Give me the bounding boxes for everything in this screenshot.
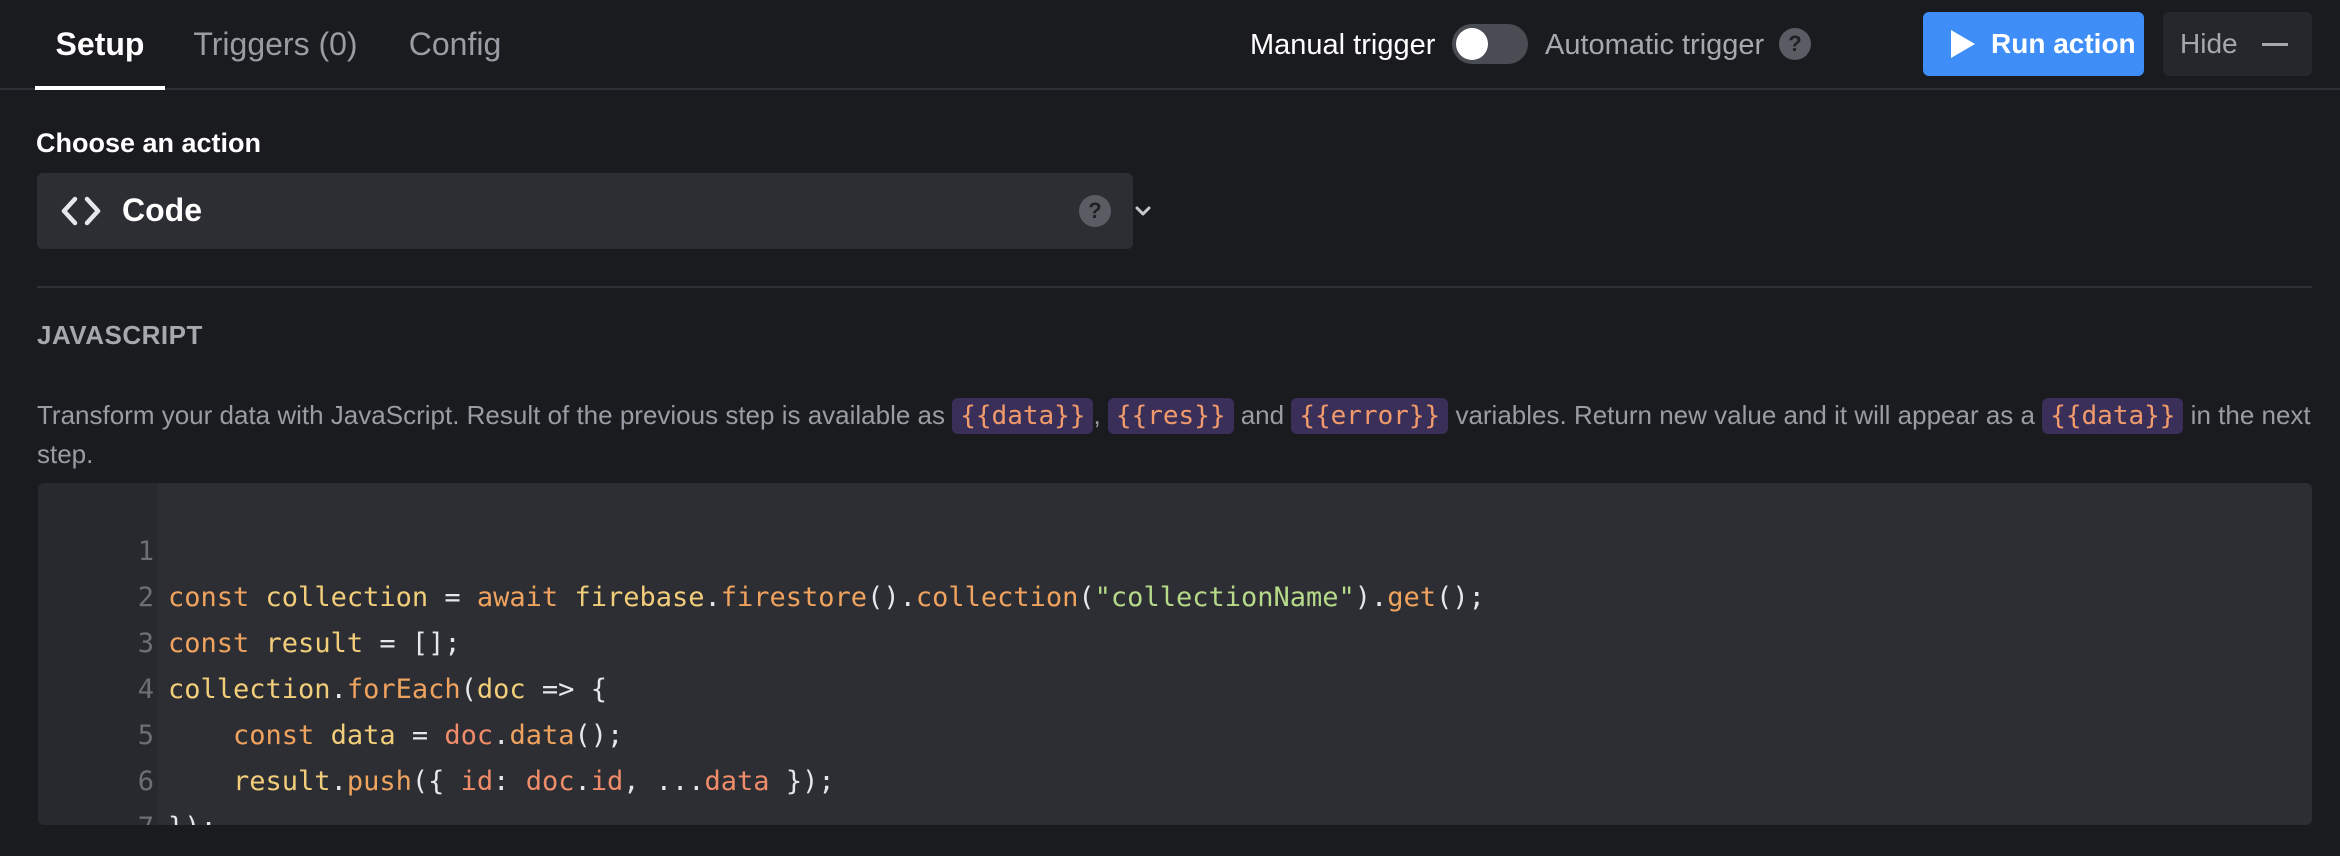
section-heading: JAVASCRIPT [37,320,203,350]
code-line[interactable]: 5 result.push({ id: doc.id, ...data }); [38,667,2312,797]
hide-label: Hide [2180,28,2238,59]
code-line[interactable]: 1 const collection = await firebase.fire… [38,483,2312,613]
run-action-button[interactable]: Run action [1923,12,2144,76]
code-line[interactable]: 6 }); [38,713,2312,825]
trigger-mode-toggle[interactable] [1452,24,1528,64]
code-line[interactable]: 3 collection.forEach(doc => { [38,575,2312,705]
code-line[interactable]: 7 return result; [38,759,2312,825]
run-action-label: Run action [1991,28,2136,59]
help-icon[interactable]: ? [1779,28,1811,60]
action-select[interactable]: Code ? [37,173,1151,249]
top-bar: Setup Triggers (0) Config Manual trigger… [0,0,2340,90]
manual-trigger-label[interactable]: Manual trigger [1250,25,1435,65]
section-divider [37,286,2312,288]
help-icon[interactable]: ? [1079,195,1111,227]
line-number: 7 [38,805,154,825]
code-line[interactable]: 2 const result = []; [38,529,2312,659]
variable-chip-data: {{data}} [952,398,1094,434]
variable-chip-data: {{data}} [2042,398,2184,434]
variable-chip-error: {{error}} [1291,398,1449,434]
code-line[interactable]: 4 const data = doc.data(); [38,621,2312,751]
toggle-knob [1456,28,1488,60]
javascript-description: Transform your data with JavaScript. Res… [37,396,2327,474]
code-editor[interactable]: 1 const collection = await firebase.fire… [38,483,2312,825]
hide-button[interactable]: Hide [2163,12,2312,76]
chevron-down-icon[interactable] [1133,201,1153,221]
tab-config[interactable]: Config [395,0,515,88]
code-icon [61,196,101,226]
description-text: Transform your data with JavaScript. Res… [37,400,953,430]
description-text: variables. Return new value and it will … [1448,400,2043,430]
automatic-trigger-label[interactable]: Automatic trigger [1545,25,1764,65]
tab-triggers[interactable]: Triggers (0) [178,0,373,88]
description-text: , [1093,400,1108,430]
tab-setup[interactable]: Setup [35,0,165,90]
code-text[interactable]: }); [168,805,217,825]
selected-action-value: Code [122,192,202,228]
play-icon [1951,30,1975,58]
minus-icon [2262,43,2288,46]
variable-chip-res: {{res}} [1107,398,1234,434]
choose-action-label: Choose an action [36,128,262,158]
description-text: and [1233,400,1292,430]
